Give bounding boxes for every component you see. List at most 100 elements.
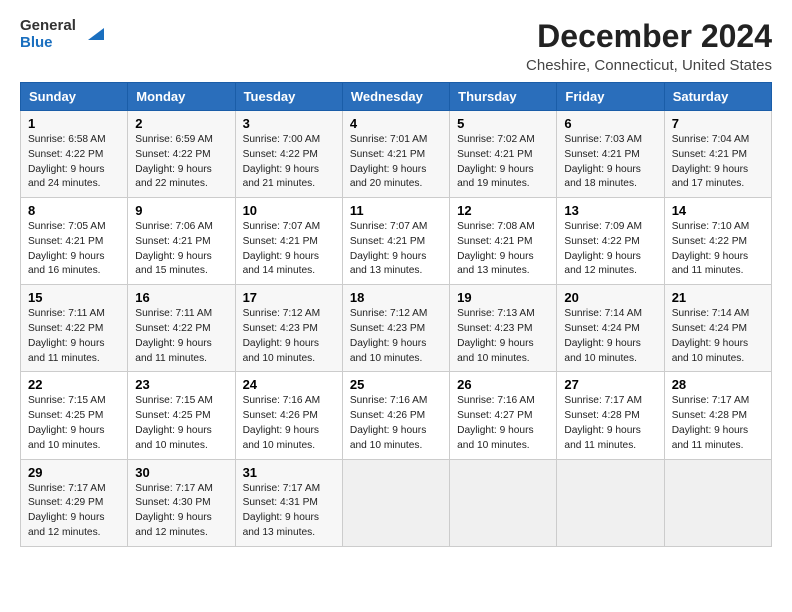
day-number: 5	[457, 116, 549, 131]
day-number: 7	[672, 116, 764, 131]
calendar-table: SundayMondayTuesdayWednesdayThursdayFrid…	[20, 82, 772, 547]
calendar-cell: 2 Sunrise: 6:59 AMSunset: 4:22 PMDayligh…	[128, 111, 235, 198]
calendar-cell: 26 Sunrise: 7:16 AMSunset: 4:27 PMDaylig…	[450, 372, 557, 459]
day-info: Sunrise: 7:09 AMSunset: 4:22 PMDaylight:…	[564, 221, 642, 276]
day-info: Sunrise: 7:17 AMSunset: 4:28 PMDaylight:…	[672, 395, 750, 450]
day-info: Sunrise: 7:02 AMSunset: 4:21 PMDaylight:…	[457, 134, 535, 189]
title-block: December 2024 Cheshire, Connecticut, Uni…	[526, 18, 772, 74]
logo-blue: Blue	[20, 35, 76, 52]
day-number: 21	[672, 290, 764, 305]
calendar-cell: 16 Sunrise: 7:11 AMSunset: 4:22 PMDaylig…	[128, 285, 235, 372]
day-info: Sunrise: 7:04 AMSunset: 4:21 PMDaylight:…	[672, 134, 750, 189]
calendar-header-saturday: Saturday	[664, 83, 771, 111]
day-number: 28	[672, 377, 764, 392]
day-info: Sunrise: 7:15 AMSunset: 4:25 PMDaylight:…	[28, 395, 106, 450]
calendar-cell: 14 Sunrise: 7:10 AMSunset: 4:22 PMDaylig…	[664, 198, 771, 285]
day-info: Sunrise: 7:12 AMSunset: 4:23 PMDaylight:…	[243, 308, 321, 363]
calendar-cell: 28 Sunrise: 7:17 AMSunset: 4:28 PMDaylig…	[664, 372, 771, 459]
day-number: 25	[350, 377, 442, 392]
calendar-header-wednesday: Wednesday	[342, 83, 449, 111]
calendar-cell: 1 Sunrise: 6:58 AMSunset: 4:22 PMDayligh…	[21, 111, 128, 198]
day-info: Sunrise: 7:17 AMSunset: 4:31 PMDaylight:…	[243, 483, 321, 538]
day-number: 16	[135, 290, 227, 305]
day-info: Sunrise: 7:07 AMSunset: 4:21 PMDaylight:…	[350, 221, 428, 276]
header: General Blue December 2024 Cheshire, Con…	[20, 18, 772, 74]
subtitle: Cheshire, Connecticut, United States	[526, 57, 772, 74]
day-number: 24	[243, 377, 335, 392]
calendar-header-monday: Monday	[128, 83, 235, 111]
calendar-header-sunday: Sunday	[21, 83, 128, 111]
calendar-cell: 3 Sunrise: 7:00 AMSunset: 4:22 PMDayligh…	[235, 111, 342, 198]
day-info: Sunrise: 7:03 AMSunset: 4:21 PMDaylight:…	[564, 134, 642, 189]
day-number: 12	[457, 203, 549, 218]
day-number: 19	[457, 290, 549, 305]
calendar-cell: 11 Sunrise: 7:07 AMSunset: 4:21 PMDaylig…	[342, 198, 449, 285]
calendar-cell: 4 Sunrise: 7:01 AMSunset: 4:21 PMDayligh…	[342, 111, 449, 198]
calendar-cell: 18 Sunrise: 7:12 AMSunset: 4:23 PMDaylig…	[342, 285, 449, 372]
calendar-cell	[450, 459, 557, 546]
calendar-cell: 22 Sunrise: 7:15 AMSunset: 4:25 PMDaylig…	[21, 372, 128, 459]
day-info: Sunrise: 7:01 AMSunset: 4:21 PMDaylight:…	[350, 134, 428, 189]
day-info: Sunrise: 7:14 AMSunset: 4:24 PMDaylight:…	[564, 308, 642, 363]
day-number: 1	[28, 116, 120, 131]
calendar-cell: 6 Sunrise: 7:03 AMSunset: 4:21 PMDayligh…	[557, 111, 664, 198]
calendar-cell: 10 Sunrise: 7:07 AMSunset: 4:21 PMDaylig…	[235, 198, 342, 285]
day-info: Sunrise: 7:15 AMSunset: 4:25 PMDaylight:…	[135, 395, 213, 450]
calendar-cell: 13 Sunrise: 7:09 AMSunset: 4:22 PMDaylig…	[557, 198, 664, 285]
day-number: 8	[28, 203, 120, 218]
day-info: Sunrise: 7:16 AMSunset: 4:27 PMDaylight:…	[457, 395, 535, 450]
day-number: 10	[243, 203, 335, 218]
day-number: 23	[135, 377, 227, 392]
calendar-cell	[557, 459, 664, 546]
calendar-cell: 5 Sunrise: 7:02 AMSunset: 4:21 PMDayligh…	[450, 111, 557, 198]
day-number: 31	[243, 465, 335, 480]
calendar-cell: 23 Sunrise: 7:15 AMSunset: 4:25 PMDaylig…	[128, 372, 235, 459]
day-info: Sunrise: 7:06 AMSunset: 4:21 PMDaylight:…	[135, 221, 213, 276]
day-number: 27	[564, 377, 656, 392]
day-number: 30	[135, 465, 227, 480]
day-number: 15	[28, 290, 120, 305]
calendar-header-friday: Friday	[557, 83, 664, 111]
day-info: Sunrise: 7:17 AMSunset: 4:28 PMDaylight:…	[564, 395, 642, 450]
day-number: 13	[564, 203, 656, 218]
day-number: 18	[350, 290, 442, 305]
day-info: Sunrise: 7:07 AMSunset: 4:21 PMDaylight:…	[243, 221, 321, 276]
calendar-cell: 12 Sunrise: 7:08 AMSunset: 4:21 PMDaylig…	[450, 198, 557, 285]
calendar-cell: 21 Sunrise: 7:14 AMSunset: 4:24 PMDaylig…	[664, 285, 771, 372]
calendar-cell: 30 Sunrise: 7:17 AMSunset: 4:30 PMDaylig…	[128, 459, 235, 546]
day-info: Sunrise: 7:08 AMSunset: 4:21 PMDaylight:…	[457, 221, 535, 276]
calendar-cell: 29 Sunrise: 7:17 AMSunset: 4:29 PMDaylig…	[21, 459, 128, 546]
day-info: Sunrise: 7:05 AMSunset: 4:21 PMDaylight:…	[28, 221, 106, 276]
calendar-header-thursday: Thursday	[450, 83, 557, 111]
calendar-cell: 19 Sunrise: 7:13 AMSunset: 4:23 PMDaylig…	[450, 285, 557, 372]
day-number: 4	[350, 116, 442, 131]
logo: General Blue	[20, 18, 104, 51]
calendar-cell: 27 Sunrise: 7:17 AMSunset: 4:28 PMDaylig…	[557, 372, 664, 459]
day-number: 29	[28, 465, 120, 480]
day-info: Sunrise: 7:00 AMSunset: 4:22 PMDaylight:…	[243, 134, 321, 189]
day-info: Sunrise: 7:11 AMSunset: 4:22 PMDaylight:…	[28, 308, 105, 363]
day-number: 2	[135, 116, 227, 131]
day-number: 3	[243, 116, 335, 131]
day-info: Sunrise: 6:58 AMSunset: 4:22 PMDaylight:…	[28, 134, 106, 189]
calendar-cell: 31 Sunrise: 7:17 AMSunset: 4:31 PMDaylig…	[235, 459, 342, 546]
day-number: 14	[672, 203, 764, 218]
main-title: December 2024	[526, 18, 772, 55]
calendar-cell: 7 Sunrise: 7:04 AMSunset: 4:21 PMDayligh…	[664, 111, 771, 198]
calendar-cell: 9 Sunrise: 7:06 AMSunset: 4:21 PMDayligh…	[128, 198, 235, 285]
day-info: Sunrise: 7:13 AMSunset: 4:23 PMDaylight:…	[457, 308, 535, 363]
day-info: Sunrise: 7:11 AMSunset: 4:22 PMDaylight:…	[135, 308, 212, 363]
day-info: Sunrise: 7:10 AMSunset: 4:22 PMDaylight:…	[672, 221, 750, 276]
day-info: Sunrise: 7:16 AMSunset: 4:26 PMDaylight:…	[243, 395, 321, 450]
day-info: Sunrise: 7:12 AMSunset: 4:23 PMDaylight:…	[350, 308, 428, 363]
calendar-cell: 25 Sunrise: 7:16 AMSunset: 4:26 PMDaylig…	[342, 372, 449, 459]
day-number: 26	[457, 377, 549, 392]
day-info: Sunrise: 7:14 AMSunset: 4:24 PMDaylight:…	[672, 308, 750, 363]
calendar-header-tuesday: Tuesday	[235, 83, 342, 111]
day-number: 17	[243, 290, 335, 305]
calendar-cell: 15 Sunrise: 7:11 AMSunset: 4:22 PMDaylig…	[21, 285, 128, 372]
day-number: 20	[564, 290, 656, 305]
day-number: 9	[135, 203, 227, 218]
calendar-cell	[664, 459, 771, 546]
calendar-cell: 24 Sunrise: 7:16 AMSunset: 4:26 PMDaylig…	[235, 372, 342, 459]
